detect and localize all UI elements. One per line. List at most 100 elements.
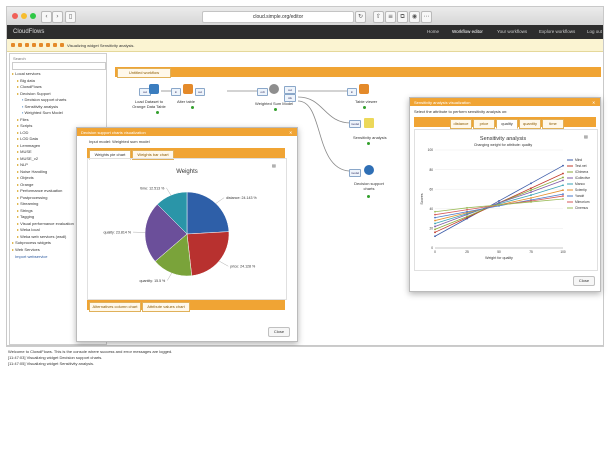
address-bar[interactable]: cloud.simple.org/editor [202,11,354,23]
delete-icon[interactable] [46,43,50,47]
sidebar-item[interactable]: ▸ ClowdFlows [17,84,42,89]
port-model[interactable]: model [349,169,361,177]
close-window-icon[interactable] [12,13,18,19]
pie-slice-price[interactable] [186,231,230,277]
sidebar-item[interactable]: ▸ Streaming [17,201,38,206]
port-model[interactable]: model [349,120,361,128]
sidebar-item[interactable]: ▸ Weka web services (wsdl) [17,234,66,239]
sidebar-item[interactable]: ▸ MUSE_v2 [17,156,38,161]
port-out[interactable]: out [195,88,205,96]
charts-close-button[interactable]: Close [268,327,290,337]
sidebar-item[interactable]: ▸ Web Services [12,247,40,252]
tab-alternatives-column[interactable]: Alternatives column chart [89,302,141,312]
extension-icon[interactable]: ◉ [409,11,420,23]
nav-your-workflows[interactable]: Your workflows [497,29,527,34]
sidebar-item-label: Strings [20,207,33,213]
weighted-sum-node-icon[interactable] [269,84,279,94]
legend-label[interactable]: Yandri [575,194,585,198]
sidebar-item[interactable]: ▸ LOD [17,130,28,135]
sidebar-item[interactable]: ▸ Performance evaluation [17,188,62,193]
data-point [530,197,532,199]
reload-icon[interactable]: ↻ [355,11,366,23]
sidebar-item-label: Decision Support [20,90,51,96]
port-odt[interactable]: odt [257,88,268,96]
sidebar-item[interactable]: ▸ Orange [17,182,33,187]
sidebar-item[interactable]: ▸ Decision Support [17,91,51,96]
sensitivity-close-button[interactable]: Close [573,276,595,286]
nav-log-out[interactable]: Log out [587,29,602,34]
close-icon[interactable]: ✕ [289,130,292,135]
table-viewer-node-icon[interactable] [359,84,369,94]
legend-label[interactable]: Test.net [575,164,587,168]
sidebar-toggle-icon[interactable]: ▯ [65,11,76,23]
sidebar-item[interactable]: ▸ Noise Handling [17,169,47,174]
share-icon[interactable]: ⇧ [373,11,384,23]
chart-export-icon[interactable]: ▤ [272,163,276,168]
sidebar-item[interactable]: ▸ Strings [17,208,33,213]
widget-search-input[interactable] [12,62,106,70]
legend-label[interactable]: Scientip [575,188,587,192]
paste-icon[interactable] [60,43,64,47]
stop-icon[interactable] [39,43,43,47]
port-in[interactable]: in [171,88,181,96]
sidebar-item[interactable]: ▸ Objects [17,175,34,180]
tab-attribute-quantity[interactable]: quantity [519,119,541,129]
sidebar-item[interactable]: ▸ Scripts [17,123,32,128]
tab-attribute-quality[interactable]: quality [496,119,518,129]
node-status-icon [367,195,370,198]
reader-icon[interactable]: ≡ [385,11,396,23]
port-in[interactable]: in [347,88,357,96]
sidebar-item[interactable]: ▪ Decision support charts [22,97,66,102]
legend-label[interactable]: Mimorium [575,200,590,204]
menu-icon[interactable]: ⋯ [421,11,432,23]
nav-workflow-editor[interactable]: Workflow editor [452,29,483,34]
nav-home[interactable]: Home [427,29,439,34]
close-icon[interactable]: ✕ [592,100,595,105]
sidebar-item[interactable]: ▸ Tagging [17,214,34,219]
sidebar-item[interactable]: ▸ Files [17,117,29,122]
legend-label[interactable]: iCollective [575,176,590,180]
load-dataset-node-icon[interactable] [149,84,159,94]
pie-slice-distance[interactable] [186,191,230,235]
import-webservice-link[interactable]: Import webservice [15,254,47,259]
sidebar-item[interactable]: ▸ NLP [17,162,28,167]
tabs-icon[interactable]: ⧉ [397,11,408,23]
legend-label[interactable]: iChimera [575,170,588,174]
save-icon[interactable] [25,43,29,47]
open-icon[interactable] [18,43,22,47]
sidebar-item[interactable]: ▸ MUSE [17,149,32,154]
sidebar-item[interactable]: ▪ Weighted Sum Model [22,110,63,115]
sidebar-item[interactable]: ▸ Lemmagen [17,143,40,148]
app-brand[interactable]: CloudFlows [13,29,44,35]
sidebar-item[interactable]: ▸ Local services [12,71,40,76]
tab-attribute-price[interactable]: price [473,119,495,129]
copy-icon[interactable] [53,43,57,47]
sidebar-item[interactable]: ▸ Big data [17,78,35,83]
sidebar-item[interactable]: ▪ Sensitivity analysis [22,104,58,109]
tab-attribute-values[interactable]: Attribute values chart [142,302,190,312]
alter-table-node-icon[interactable] [183,84,193,94]
port-out[interactable]: out [284,86,296,94]
back-icon[interactable]: ‹ [41,11,52,23]
sidebar-item[interactable]: ▸ Postprocessing [17,195,47,200]
sidebar-item[interactable]: ▸ Weka local [17,227,40,232]
chart-export-icon[interactable]: ▤ [584,134,588,139]
sidebar-item[interactable]: ▸ Subprocess widgets [12,240,51,245]
zoom-window-icon[interactable] [30,13,36,19]
sidebar-item-label: Files [20,116,29,122]
new-icon[interactable] [11,43,15,47]
sidebar-item[interactable]: ▸ Visual performance evaluation [17,221,74,226]
charts-node-icon[interactable] [364,165,374,175]
sidebar-item[interactable]: ▸ LOD Data [17,136,38,141]
legend-label[interactable]: Cinemus [575,206,588,210]
legend-label[interactable]: Manco [575,182,585,186]
tab-attribute-distance[interactable]: distance [450,119,472,129]
nav-explore-workflows[interactable]: Explore workflows [539,29,575,34]
minimize-window-icon[interactable] [21,13,27,19]
legend-label[interactable]: Mind [575,158,582,162]
sensitivity-node-icon[interactable] [364,118,374,128]
tab-attribute-time[interactable]: time [542,119,564,129]
data-point [466,210,468,213]
run-icon[interactable] [32,43,36,47]
forward-icon[interactable]: › [52,11,63,23]
